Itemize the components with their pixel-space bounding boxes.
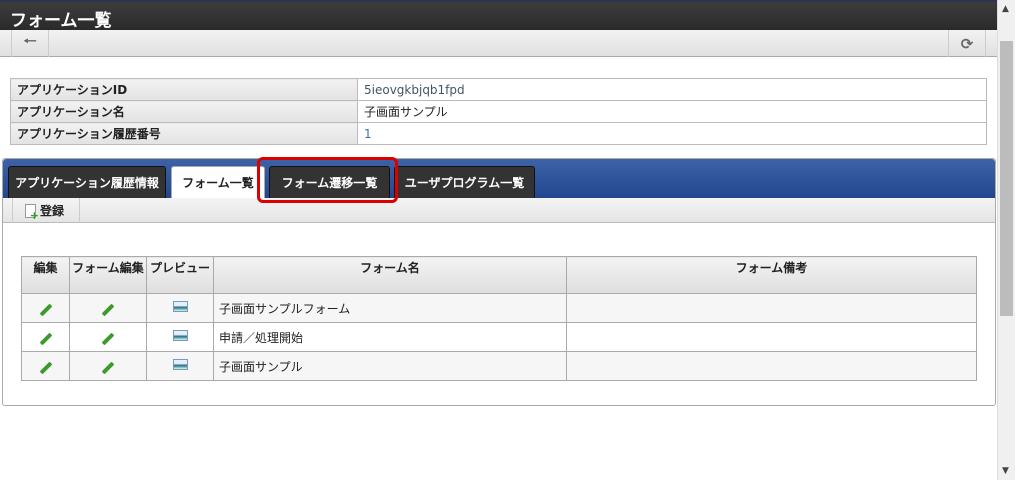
tab-panel: アプリケーション履歴情報 フォーム一覧 フォーム遷移一覧 ユーザプログラム一覧 … bbox=[2, 158, 996, 406]
arrow-left-icon: 🠐 bbox=[23, 32, 37, 50]
form-name: 申請／処理開始 bbox=[213, 322, 567, 352]
image-icon bbox=[172, 359, 188, 370]
table-row: 申請／処理開始 bbox=[21, 322, 977, 352]
form-note bbox=[566, 351, 977, 381]
column-header: フォーム備考 bbox=[566, 256, 977, 294]
table-row: 子画面サンプル bbox=[21, 351, 977, 381]
info-label: アプリケーション履歴番号 bbox=[10, 122, 358, 145]
scrollbar-thumb[interactable] bbox=[1000, 41, 1013, 316]
form-list-table: 編集 フォーム編集 プレビュー フォーム名 フォーム備考 子画面サンプルフォーム… bbox=[21, 256, 977, 381]
image-icon bbox=[172, 301, 188, 312]
window-title: フォーム一覧 bbox=[0, 0, 997, 31]
preview-button[interactable] bbox=[146, 351, 214, 381]
column-header: フォーム編集 bbox=[69, 256, 147, 294]
add-document-icon: + bbox=[25, 203, 39, 221]
application-info-table: アプリケーションID 5ieovgkbjqb1fpd アプリケーション名 子画面サン… bbox=[10, 78, 987, 145]
info-label: アプリケーション名 bbox=[10, 100, 358, 123]
column-header: フォーム名 bbox=[213, 256, 567, 294]
toolbar: 🠐 ⟳ bbox=[0, 30, 997, 57]
pencil-icon bbox=[101, 361, 115, 375]
info-value: 子画面サンプル bbox=[357, 100, 987, 123]
pencil-icon bbox=[39, 332, 52, 346]
form-name: 子画面サンプル bbox=[213, 351, 567, 381]
form-name: 子画面サンプルフォーム bbox=[213, 293, 567, 323]
pencil-icon bbox=[101, 332, 115, 346]
info-row: アプリケーションID 5ieovgkbjqb1fpd bbox=[10, 78, 987, 101]
vertical-scrollbar[interactable]: ▲ ▼ bbox=[997, 0, 1015, 480]
column-header: プレビュー bbox=[146, 256, 214, 294]
edit-button[interactable] bbox=[21, 293, 70, 323]
form-edit-button[interactable] bbox=[69, 293, 147, 323]
preview-button[interactable] bbox=[146, 322, 214, 352]
back-button[interactable]: 🠐 bbox=[11, 30, 49, 57]
tab-user-program-list[interactable]: ユーザプログラム一覧 bbox=[394, 166, 535, 198]
tab-bar: アプリケーション履歴情報 フォーム一覧 フォーム遷移一覧 ユーザプログラム一覧 bbox=[3, 159, 995, 198]
action-bar: + 登録 bbox=[3, 198, 995, 223]
info-value: 5ieovgkbjqb1fpd bbox=[357, 78, 987, 101]
pencil-icon bbox=[39, 361, 52, 375]
highlight-annotation bbox=[257, 157, 398, 203]
form-edit-button[interactable] bbox=[69, 351, 147, 381]
edit-button[interactable] bbox=[21, 351, 70, 381]
refresh-button[interactable]: ⟳ bbox=[948, 30, 986, 57]
info-label: アプリケーションID bbox=[10, 78, 358, 101]
preview-button[interactable] bbox=[146, 293, 214, 323]
info-value: 1 bbox=[357, 122, 987, 145]
tab-form-list[interactable]: フォーム一覧 bbox=[171, 166, 265, 198]
refresh-icon: ⟳ bbox=[960, 34, 974, 53]
form-note bbox=[566, 322, 977, 352]
info-row: アプリケーション履歴番号 1 bbox=[10, 122, 987, 145]
scroll-up-icon[interactable]: ▲ bbox=[1002, 4, 1009, 14]
register-button[interactable]: + 登録 bbox=[12, 198, 80, 223]
column-header: 編集 bbox=[21, 256, 70, 294]
pencil-icon bbox=[101, 303, 115, 317]
image-icon bbox=[172, 330, 188, 341]
scroll-down-icon[interactable]: ▼ bbox=[1002, 466, 1009, 476]
info-row: アプリケーション名 子画面サンプル bbox=[10, 100, 987, 123]
tab-application-history[interactable]: アプリケーション履歴情報 bbox=[8, 166, 166, 198]
pencil-icon bbox=[39, 303, 52, 317]
form-note bbox=[566, 293, 977, 323]
register-label: 登録 bbox=[40, 204, 65, 218]
edit-button[interactable] bbox=[21, 322, 70, 352]
form-edit-button[interactable] bbox=[69, 322, 147, 352]
table-row: 子画面サンプルフォーム bbox=[21, 293, 977, 323]
